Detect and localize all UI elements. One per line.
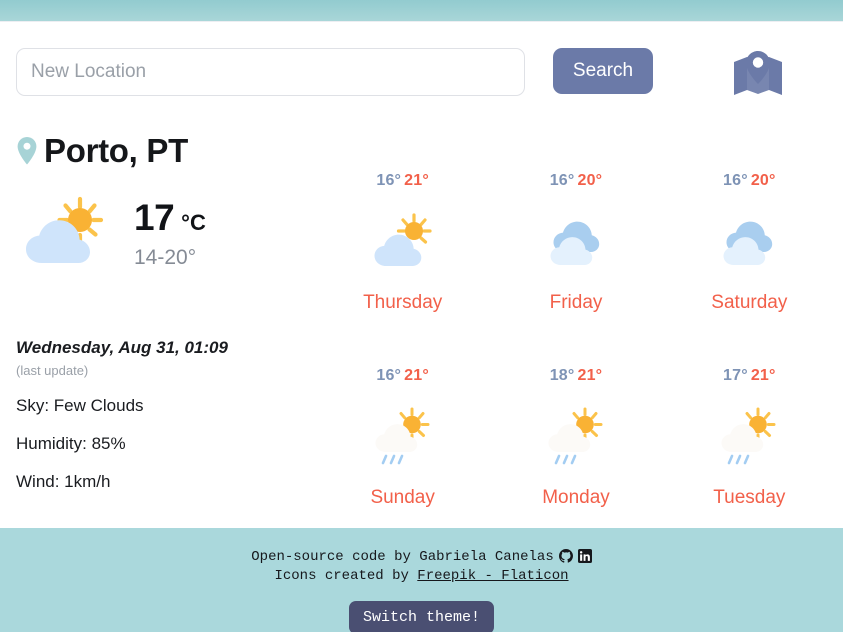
forecast-day: Monday	[542, 487, 610, 508]
search-row: Search	[0, 48, 843, 114]
github-icon	[558, 549, 573, 563]
current-temps: 17 °C 14-20°	[134, 197, 206, 270]
forecast-temps: 16° 20°	[723, 172, 776, 190]
forecast-day: Friday	[549, 292, 603, 313]
sun-behind-cloud-icon	[26, 196, 104, 263]
cloudy-icon	[550, 221, 600, 265]
forecast-max: 21°	[404, 367, 429, 384]
weather-app: Search Porto, PT	[0, 0, 843, 632]
location-pin-icon	[17, 137, 37, 165]
forecast-temps: 16° 21°	[376, 172, 429, 190]
sun-behind-rain-cloud-icon	[721, 407, 776, 465]
linkedin-link[interactable]	[577, 549, 592, 563]
last-update-date: Wednesday, Aug 31, 01:09	[16, 338, 228, 357]
forecast-min: 16°	[376, 367, 402, 384]
detail-humidity: Humidity: 85%	[16, 434, 126, 453]
forecast-temps: 16° 20°	[550, 172, 603, 190]
main-card: Search Porto, PT	[0, 21, 843, 528]
current-temp-range: 14-20°	[134, 245, 197, 269]
forecast-min: 17°	[723, 367, 748, 384]
forecast-card[interactable]: 16° 20° Friday	[489, 162, 662, 357]
sun-behind-rain-cloud-icon	[375, 407, 430, 465]
forecast-temps: 18° 21°	[550, 367, 603, 385]
current-weather: Porto, PT 17 °C 14-20°	[16, 129, 316, 271]
sun-behind-rain-cloud-icon	[548, 407, 603, 465]
forecast-max: 21°	[577, 367, 603, 384]
forecast-grid: 16° 21° Thursday 16° 20° Friday 16° 20° …	[316, 162, 836, 552]
footer-credit-text: Open-source code by Gabriela Canelas	[251, 549, 554, 565]
cloudy-icon	[723, 221, 773, 265]
forecast-card[interactable]: 16° 21° Thursday	[316, 162, 489, 357]
weather-details: Wednesday, Aug 31, 01:09 (last update) S…	[16, 338, 316, 492]
forecast-temps: 17° 21°	[723, 367, 776, 385]
forecast-card[interactable]: 16° 21° Sunday	[316, 357, 489, 552]
forecast-min: 18°	[549, 367, 575, 384]
forecast-max: 20°	[750, 172, 776, 189]
map-button[interactable]	[730, 46, 786, 102]
city-name: Porto, PT	[44, 132, 188, 169]
sun-behind-cloud-icon	[374, 213, 432, 266]
forecast-card[interactable]: 18° 21° Monday	[489, 357, 662, 552]
temperature-unit: °C	[181, 209, 206, 235]
footer-icons-line: Icons created by Freepik - Flaticon	[0, 567, 843, 586]
last-update-note: (last update)	[16, 363, 89, 378]
map-pin-icon	[734, 51, 782, 95]
linkedin-icon	[577, 549, 592, 563]
freepik-flaticon-link[interactable]: Freepik - Flaticon	[417, 568, 568, 584]
forecast-max: 21°	[404, 172, 429, 189]
city-line: Porto, PT	[16, 129, 316, 173]
footer-icons-text: Icons created by	[274, 568, 418, 584]
detail-wind: Wind: 1km/h	[16, 472, 111, 491]
search-input[interactable]	[16, 48, 525, 96]
forecast-day: Saturday	[711, 292, 788, 313]
forecast-min: 16°	[723, 172, 748, 189]
top-accent-bar	[0, 0, 843, 21]
forecast-max: 20°	[577, 172, 603, 189]
forecast-temps: 16° 21°	[376, 367, 429, 385]
forecast-card[interactable]: 17° 21° Tuesday	[663, 357, 836, 552]
search-button[interactable]: Search	[553, 48, 653, 94]
github-link[interactable]	[558, 549, 573, 563]
forecast-day: Sunday	[370, 487, 435, 508]
detail-sky: Sky: Few Clouds	[16, 396, 144, 415]
switch-theme-button[interactable]: Switch theme!	[348, 601, 495, 632]
footer: Open-source code by Gabriela Canelas Ico…	[0, 528, 843, 632]
forecast-day: Thursday	[363, 292, 443, 313]
footer-social-icons	[558, 549, 592, 563]
footer-credit-line: Open-source code by Gabriela Canelas	[0, 548, 843, 567]
current-weather-row: 17 °C 14-20°	[16, 195, 316, 271]
forecast-max: 21°	[750, 367, 776, 384]
forecast-card[interactable]: 16° 20° Saturday	[663, 162, 836, 357]
forecast-min: 16°	[549, 172, 575, 189]
forecast-day: Tuesday	[713, 487, 786, 508]
current-temperature: 17	[134, 196, 175, 238]
forecast-min: 16°	[376, 172, 402, 189]
